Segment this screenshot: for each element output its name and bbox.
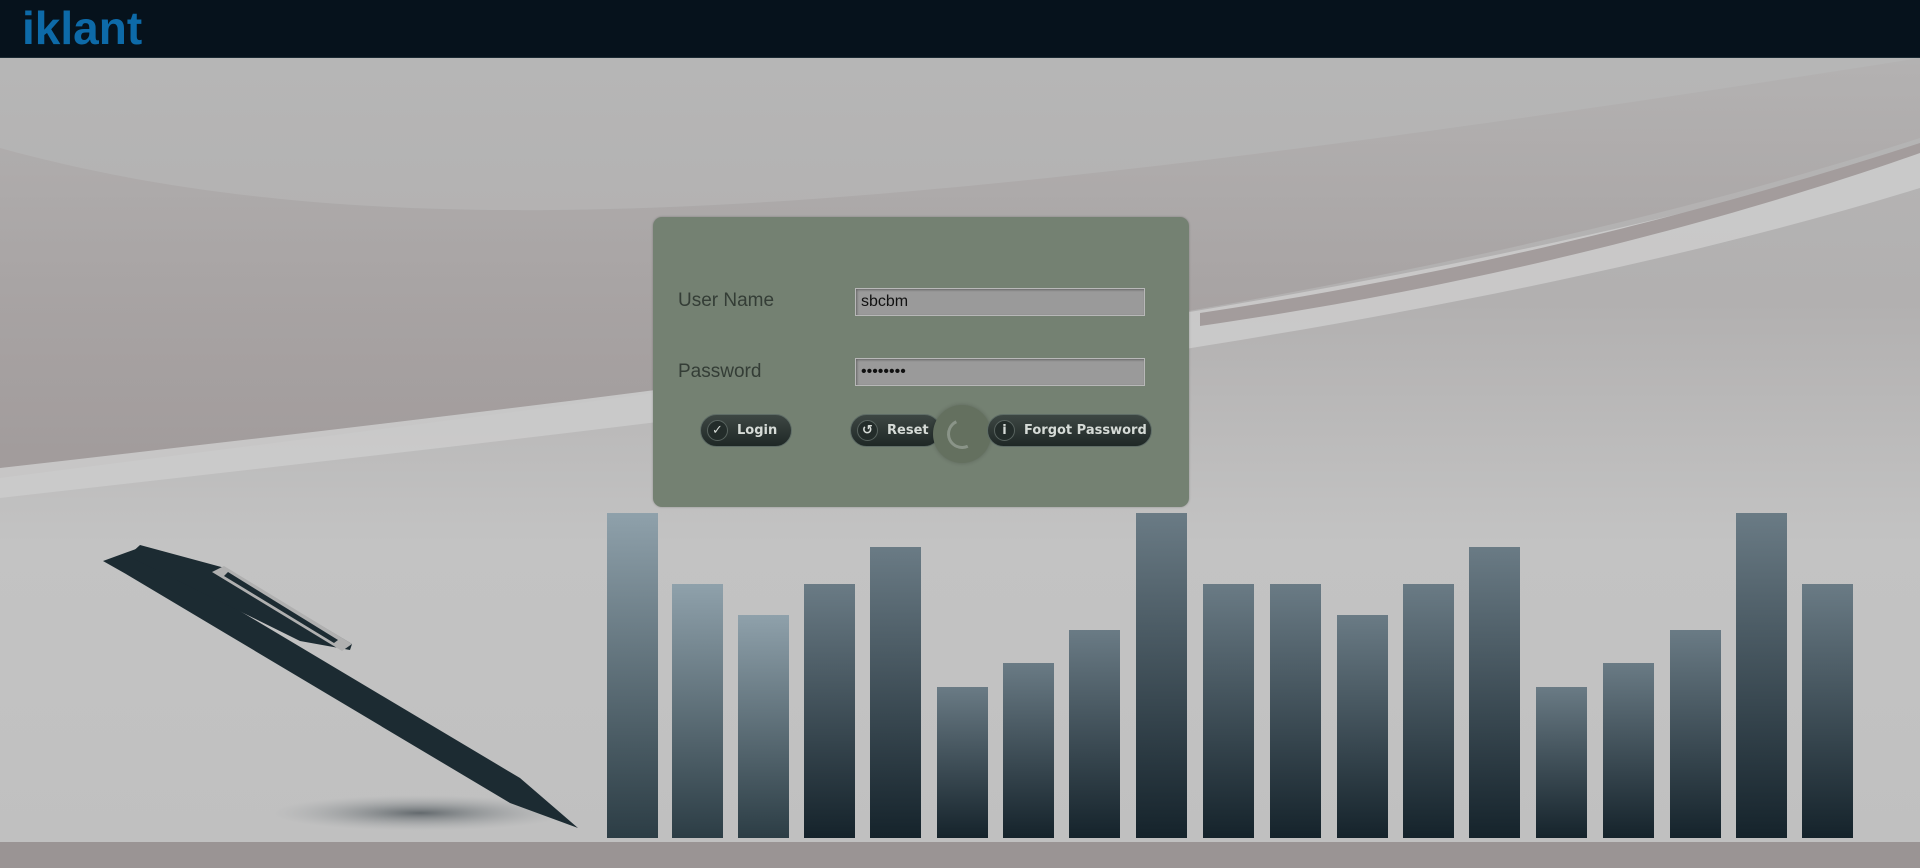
password-label: Password xyxy=(678,361,762,382)
forgot-password-button[interactable]: i Forgot Password xyxy=(987,414,1152,447)
reset-button-label: Reset xyxy=(887,423,929,438)
username-input[interactable] xyxy=(855,288,1145,316)
bottom-strip xyxy=(0,842,1920,868)
login-button-label: Login xyxy=(737,423,778,438)
spinner-icon xyxy=(933,405,991,463)
undo-icon: ↺ xyxy=(857,420,878,441)
reset-button[interactable]: ↺ Reset xyxy=(850,414,941,447)
login-panel: User Name Password ✓ Login ↺ Reset i For… xyxy=(653,217,1189,507)
top-bar: iklant xyxy=(0,0,1920,58)
password-input[interactable] xyxy=(855,358,1145,386)
login-button[interactable]: ✓ Login xyxy=(700,414,792,447)
info-icon: i xyxy=(994,420,1015,441)
username-label: User Name xyxy=(678,290,775,311)
app-logo: iklant xyxy=(22,2,143,54)
forgot-password-label: Forgot Password xyxy=(1024,423,1147,438)
check-icon: ✓ xyxy=(707,420,728,441)
